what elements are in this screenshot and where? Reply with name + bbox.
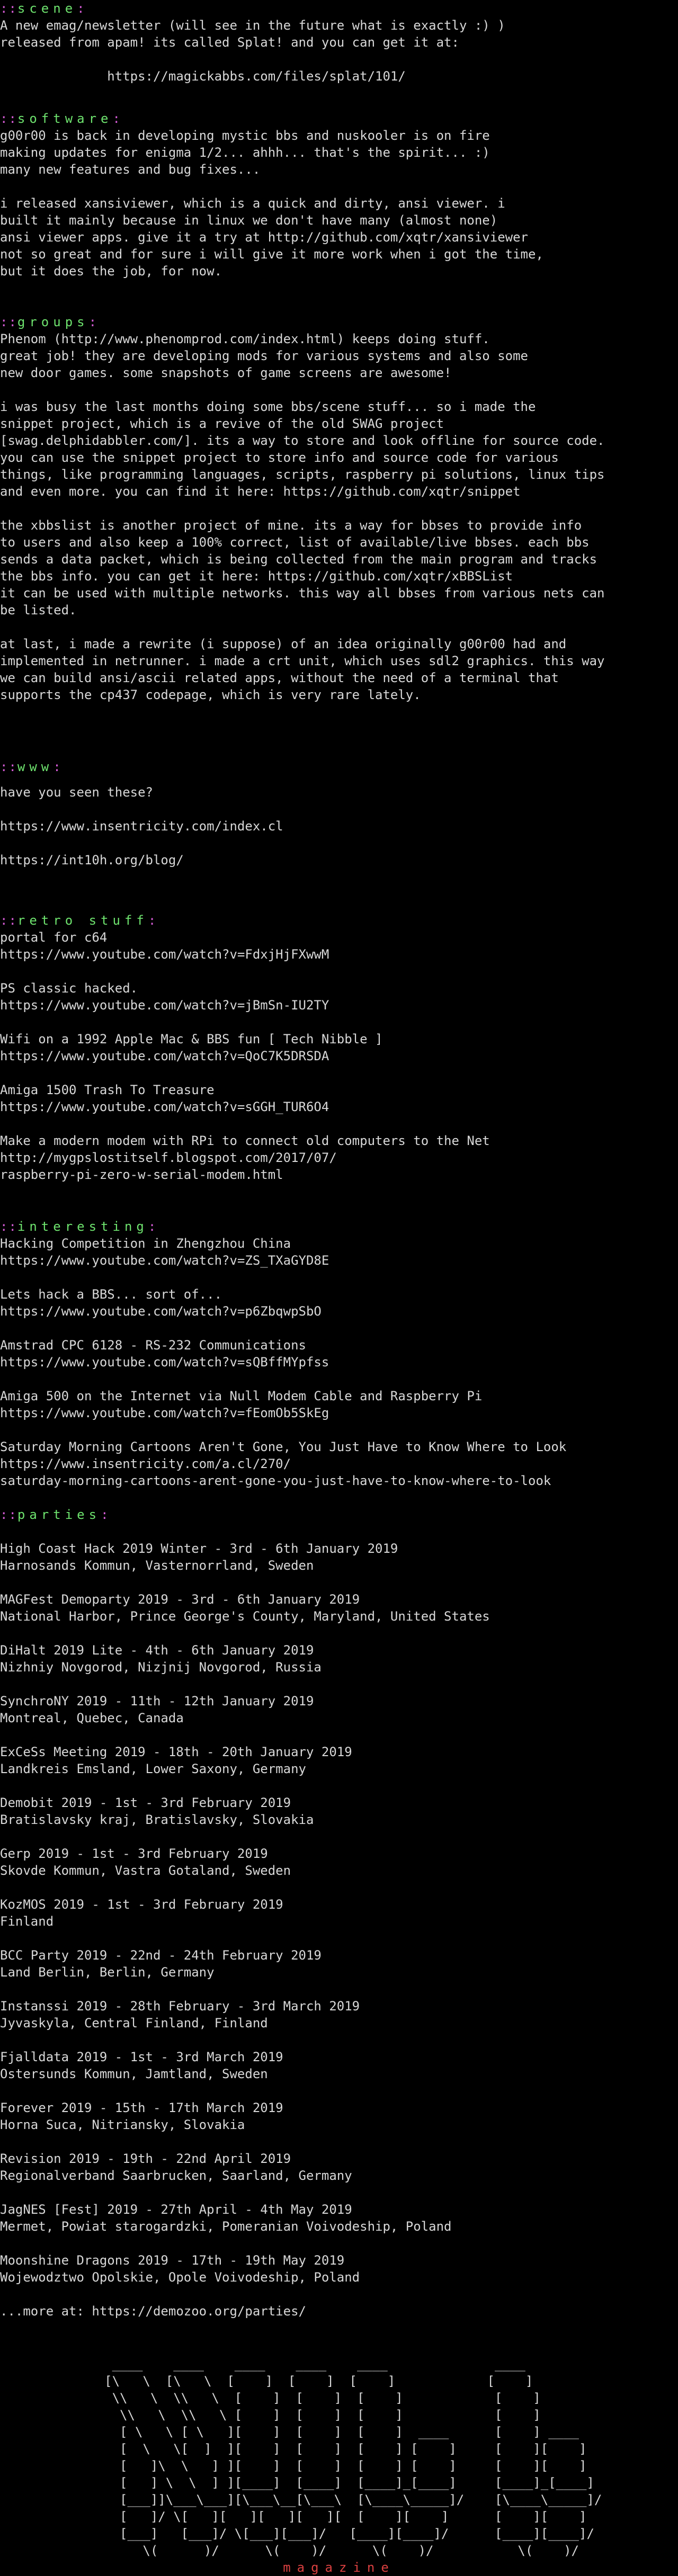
party-location: Jyvaskyla, Central Finland, Finland — [0, 2016, 268, 2031]
section-header-parties: ::parties: — [0, 1507, 110, 1522]
groups-line: it can be used with multiple networks. t… — [0, 586, 605, 601]
software-line: not so great and for sure i will give it… — [0, 247, 543, 262]
party-location: National Harbor, Prince George's County,… — [0, 1609, 490, 1624]
newsletter-page: ::scene: A new emag/newsletter (will see… — [0, 0, 678, 2576]
interesting-line: Lets hack a BBS... sort of... — [0, 1287, 222, 1302]
party-name: Forever 2019 - 15th - 17th March 2019 — [0, 2100, 283, 2115]
retro-link[interactable]: https://www.youtube.com/watch?v=sGGH_TUR… — [0, 1098, 329, 1115]
party-name: Instanssi 2019 - 28th February - 3rd Mar… — [0, 1999, 360, 2014]
party-location: Skovde Kommun, Vastra Gotaland, Sweden — [0, 1863, 291, 1878]
retro-link[interactable]: raspberry-pi-zero-w-serial-modem.html — [0, 1166, 283, 1183]
party-location: Montreal, Quebec, Canada — [0, 1711, 184, 1725]
party-name: SynchroNY 2019 - 11th - 12th January 201… — [0, 1694, 314, 1709]
party-name: KozMOS 2019 - 1st - 3rd February 2019 — [0, 1897, 283, 1912]
software-line: ansi viewer apps. give it a try at http:… — [0, 230, 528, 245]
interesting-line: Saturday Morning Cartoons Aren't Gone, Y… — [0, 1439, 567, 1454]
interesting-line: Amstrad CPC 6128 - RS-232 Communications — [0, 1338, 306, 1353]
party-location: Harnosands Kommun, Vasternorrland, Swede… — [0, 1558, 314, 1573]
interesting-line: Amiga 500 on the Internet via Null Modem… — [0, 1389, 483, 1403]
more-parties-link[interactable]: ...more at: https://demozoo.org/parties/ — [0, 2303, 306, 2320]
software-line: making updates for enigma 1/2... ahhh...… — [0, 145, 490, 160]
section-header-software: ::software: — [0, 111, 121, 126]
interesting-link[interactable]: saturday-morning-cartoons-arent-gone-you… — [0, 1472, 551, 1489]
party-name: BCC Party 2019 - 22nd - 24th February 20… — [0, 1948, 322, 1963]
party-name: DiHalt 2019 Lite - 4th - 6th January 201… — [0, 1643, 314, 1658]
party-location: Regionalverband Saarbrucken, Saarland, G… — [0, 2168, 352, 2183]
magazine-logo: ____ ____ ____ ____ ____ ____ [\ \ [\ \ … — [0, 2356, 678, 2576]
party-location: Landkreis Emsland, Lower Saxony, Germany — [0, 1761, 306, 1776]
scene-line: A new emag/newsletter (will see in the f… — [0, 18, 505, 33]
retro-line: Make a modern modem with RPi to connect … — [0, 1133, 490, 1148]
party-name: ExCeSs Meeting 2019 - 18th - 20th Januar… — [0, 1745, 352, 1759]
groups-line: you can use the snippet project to store… — [0, 450, 559, 465]
software-line: but it does the job, for now. — [0, 264, 222, 279]
section-header-scene: ::scene: — [0, 1, 86, 16]
party-name: MAGFest Demoparty 2019 - 3rd - 6th Janua… — [0, 1592, 360, 1607]
interesting-link[interactable]: https://www.youtube.com/watch?v=ZS_TXaGY… — [0, 1252, 329, 1269]
party-name: Revision 2019 - 19th - 22nd April 2019 — [0, 2151, 291, 2166]
party-location: Mermet, Powiat starogardzki, Pomeranian … — [0, 2219, 452, 2234]
retro-link[interactable]: https://www.youtube.com/watch?v=FdxjHjFX… — [0, 946, 329, 963]
interesting-link[interactable]: https://www.youtube.com/watch?v=sQBffMYp… — [0, 1354, 329, 1371]
software-line: i released xansiviewer, which is a quick… — [0, 196, 505, 211]
software-line: many new features and bug fixes... — [0, 162, 261, 177]
software-line: built it mainly because in linux we don'… — [0, 213, 498, 228]
groups-line: the bbs info. you can get it here: https… — [0, 569, 513, 584]
interesting-link[interactable]: https://www.youtube.com/watch?v=fEomOb5S… — [0, 1405, 329, 1421]
groups-line: and even more. you can find it here: htt… — [0, 484, 521, 499]
retro-line: Wifi on a 1992 Apple Mac & BBS fun [ Tec… — [0, 1032, 383, 1046]
party-name: High Coast Hack 2019 Winter - 3rd - 6th … — [0, 1541, 398, 1556]
section-header-groups: ::groups: — [0, 315, 98, 329]
software-line: g00r00 is back in developing mystic bbs … — [0, 128, 490, 143]
groups-line: [swag.delphidabbler.com/]. its a way to … — [0, 433, 605, 448]
www-link[interactable]: https://www.insentricity.com/index.cl — [0, 818, 283, 835]
www-link[interactable]: https://int10h.org/blog/ — [0, 852, 184, 869]
groups-line: we can build ansi/ascii related apps, wi… — [0, 670, 559, 685]
interesting-link[interactable]: https://www.youtube.com/watch?v=p6ZbqwpS… — [0, 1303, 322, 1320]
retro-line: portal for c64 — [0, 930, 108, 945]
groups-line: new door games. some snapshots of game s… — [0, 365, 452, 380]
groups-line: i was busy the last months doing some bb… — [0, 399, 536, 414]
retro-line: Amiga 1500 Trash To Treasure — [0, 1083, 215, 1097]
party-name: Fjalldata 2019 - 1st - 3rd March 2019 — [0, 2050, 283, 2064]
party-location: Nizhniy Novgorod, Nizjnij Novgorod, Russ… — [0, 1660, 322, 1675]
logo-ascii-art: ____ ____ ____ ____ ____ ____ [\ \ [\ \ … — [104, 2357, 602, 2558]
groups-line: at last, i made a rewrite (i suppose) of… — [0, 637, 567, 651]
party-location: Horna Suca, Nitriansky, Slovakia — [0, 2117, 245, 2132]
groups-line: implemented in netrunner. i made a crt u… — [0, 654, 605, 668]
groups-line: Phenom (http://www.phenomprod.com/index.… — [0, 332, 490, 346]
groups-line: to users and also keep a 100% correct, l… — [0, 535, 590, 550]
party-location: Wojewodztwo Opolskie, Opole Voivodeship,… — [0, 2270, 360, 2285]
party-location: Land Berlin, Berlin, Germany — [0, 1965, 215, 1980]
interesting-link[interactable]: https://www.insentricity.com/a.cl/270/ — [0, 1455, 291, 1472]
section-header-interesting: ::interesting: — [0, 1219, 157, 1234]
party-location: Finland — [0, 1914, 54, 1929]
groups-line: sends a data packet, which is being coll… — [0, 552, 597, 567]
logo-tagline: magazine — [283, 2560, 395, 2575]
section-header-retro-stuff: ::retro stuff: — [0, 913, 157, 928]
interesting-line: Hacking Competition in Zhengzhou China — [0, 1236, 291, 1251]
groups-line: the xbbslist is another project of mine.… — [0, 518, 582, 533]
retro-link[interactable]: http://mygpslostitself.blogspot.com/2017… — [0, 1149, 337, 1166]
retro-link[interactable]: https://www.youtube.com/watch?v=QoC7K5DR… — [0, 1048, 329, 1065]
www-line: have you seen these? — [0, 785, 153, 800]
party-name: JagNES [Fest] 2019 - 27th April - 4th Ma… — [0, 2202, 352, 2217]
party-location: Ostersunds Kommun, Jamtland, Sweden — [0, 2067, 268, 2081]
party-location: Bratislavsky kraj, Bratislavsky, Slovaki… — [0, 1812, 314, 1827]
groups-line: supports the cp437 codepage, which is ve… — [0, 687, 421, 702]
party-name: Demobit 2019 - 1st - 3rd February 2019 — [0, 1795, 291, 1810]
retro-line: PS classic hacked. — [0, 981, 138, 996]
scene-link[interactable]: https://magickabbs.com/files/splat/101/ — [0, 68, 406, 85]
groups-line: things, like programming languages, scri… — [0, 467, 605, 482]
party-name: Moonshine Dragons 2019 - 17th - 19th May… — [0, 2253, 345, 2268]
retro-link[interactable]: https://www.youtube.com/watch?v=jBmSn-IU… — [0, 997, 329, 1014]
groups-line: be listed. — [0, 603, 77, 618]
party-name: Gerp 2019 - 1st - 3rd February 2019 — [0, 1846, 268, 1861]
groups-line: great job! they are developing mods for … — [0, 348, 528, 363]
scene-line: released from apam! its called Splat! an… — [0, 35, 459, 50]
section-header-www: ::www: — [0, 759, 62, 774]
groups-line: snippet project, which is a revive of th… — [0, 416, 444, 431]
